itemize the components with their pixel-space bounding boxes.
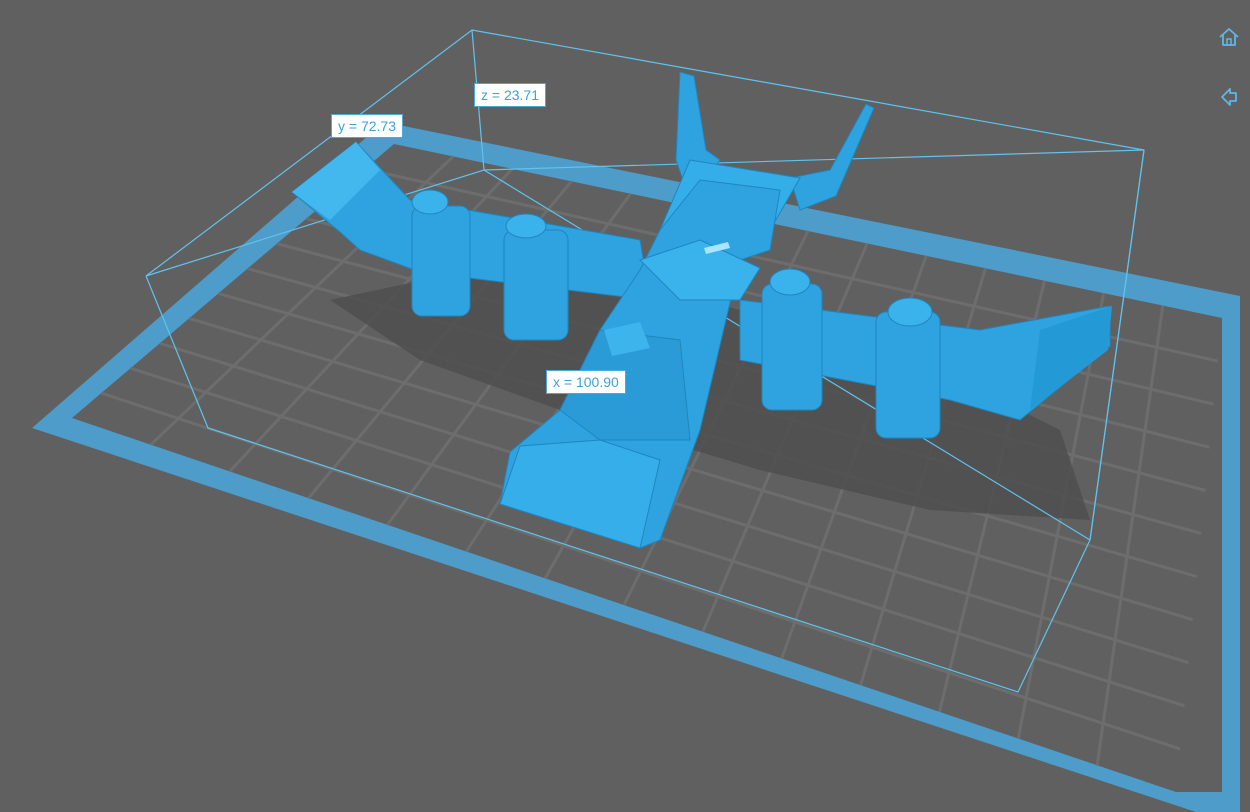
home-icon [1219, 28, 1239, 46]
x-dimension-label: x = 100.90 [546, 370, 626, 394]
engine-pod-1 [411, 189, 471, 317]
3d-viewport[interactable]: y = 72.73 z = 23.71 x = 100.90 [0, 0, 1250, 812]
engine-pod-3 [761, 268, 823, 411]
z-dimension-label: z = 23.71 [474, 83, 546, 107]
back-button[interactable] [1216, 84, 1242, 110]
scene-canvas[interactable] [0, 0, 1250, 812]
arrow-left-icon [1221, 88, 1237, 106]
home-view-button[interactable] [1216, 24, 1242, 50]
engine-pod-2 [503, 213, 569, 341]
y-dimension-label: y = 72.73 [331, 114, 403, 138]
engine-pod-4 [875, 297, 941, 439]
